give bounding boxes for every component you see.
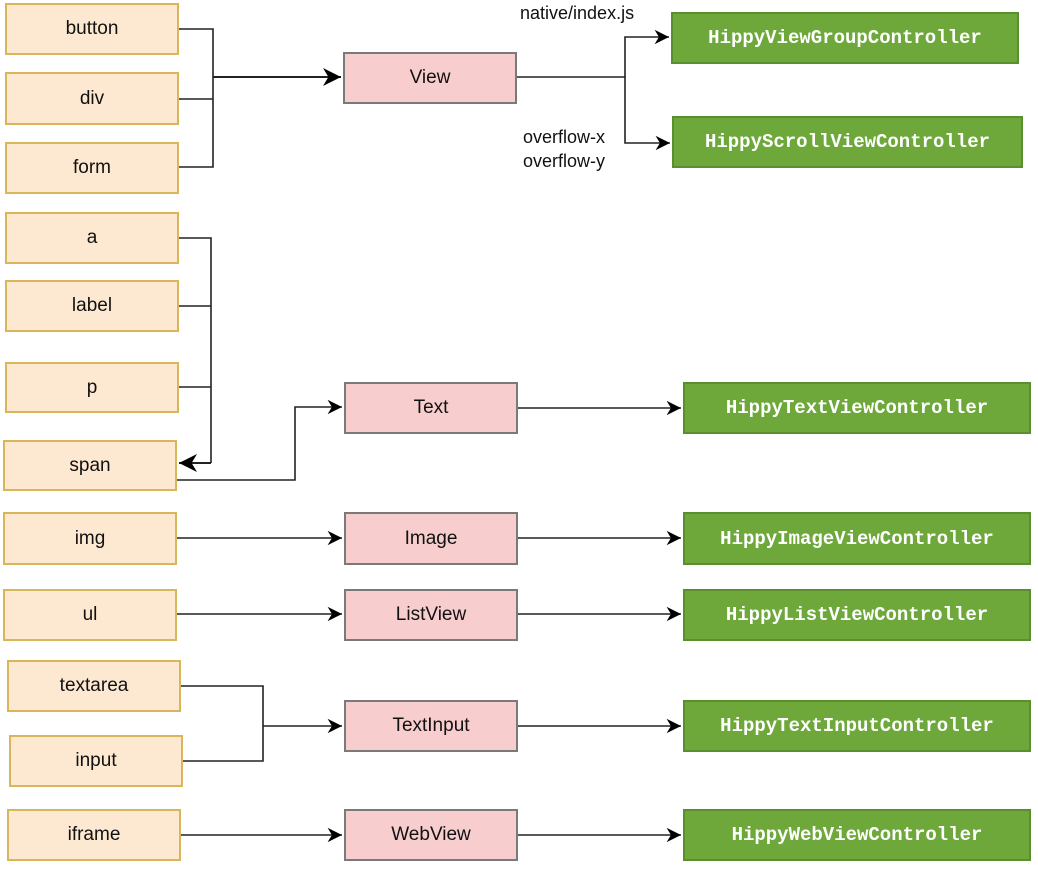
node-view: View — [343, 52, 517, 104]
node-textview-controller: HippyTextViewController — [683, 382, 1031, 434]
node-webview: WebView — [344, 809, 518, 861]
edge-button-view — [179, 28, 214, 168]
edge-view-scroll — [624, 77, 670, 151]
node-p: p — [5, 362, 179, 413]
node-textarea: textarea — [7, 660, 181, 712]
edge-view-split — [517, 29, 669, 78]
node-ul: ul — [3, 589, 177, 641]
node-listview-controller: HippyListViewController — [683, 589, 1031, 641]
node-imageview-controller: HippyImageViewController — [683, 512, 1031, 565]
edge-inline-group — [179, 237, 212, 463]
node-textinput: TextInput — [344, 700, 518, 752]
node-text: Text — [344, 382, 518, 434]
node-iframe: iframe — [7, 809, 181, 861]
node-scrollview-controller: HippyScrollViewController — [672, 116, 1023, 168]
node-textinput-controller: HippyTextInputController — [683, 700, 1031, 752]
edge-input-group — [181, 685, 264, 762]
node-button: button — [5, 3, 179, 55]
node-label: label — [5, 280, 179, 332]
edge-span-text — [177, 399, 342, 481]
edge-label-overflow-y: overflow-y — [523, 151, 606, 171]
node-img: img — [3, 512, 177, 565]
node-div: div — [5, 72, 179, 125]
node-span: span — [3, 440, 177, 491]
diagram-canvas: button div form a label p span img ul te… — [0, 0, 1038, 870]
node-input: input — [9, 735, 183, 787]
node-a: a — [5, 212, 179, 264]
node-image: Image — [344, 512, 518, 565]
node-listview: ListView — [344, 589, 518, 641]
node-viewgroup-controller: HippyViewGroupController — [671, 12, 1019, 64]
node-webview-controller: HippyWebViewController — [683, 809, 1031, 861]
edge-label-native: native/index.js — [520, 3, 635, 23]
node-form: form — [5, 142, 179, 194]
edge-label-overflow-x: overflow-x — [523, 127, 606, 147]
